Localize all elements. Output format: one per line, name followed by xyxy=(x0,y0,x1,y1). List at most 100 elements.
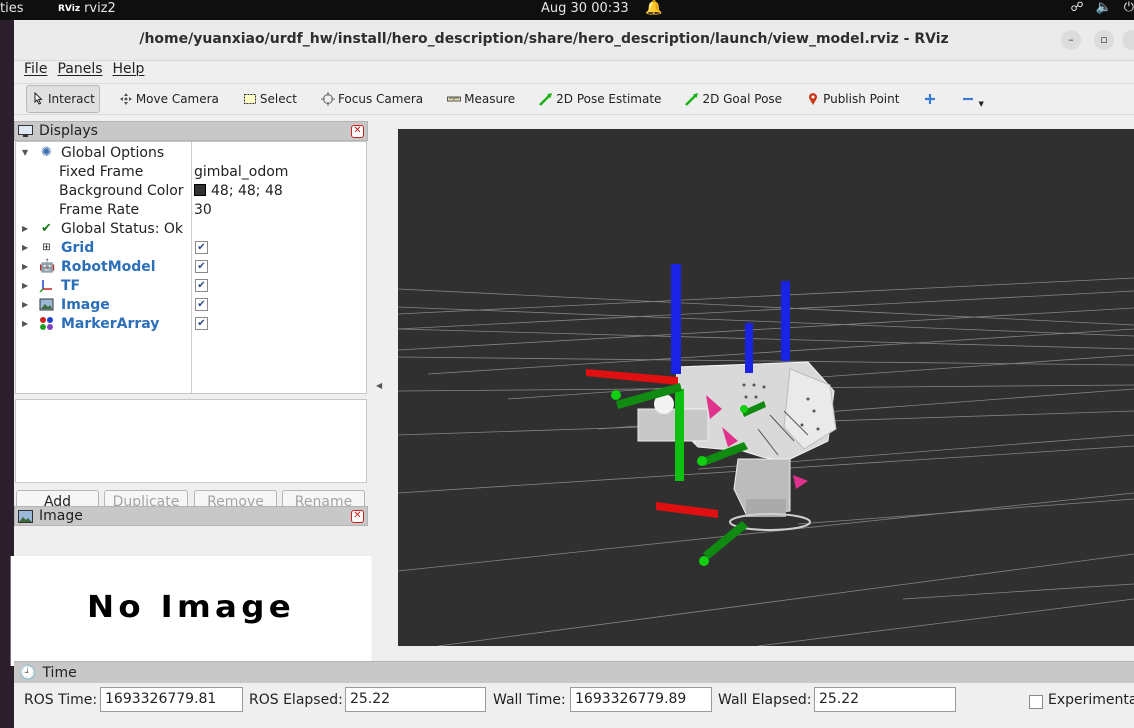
experimental-checkbox[interactable] xyxy=(1029,695,1043,709)
grid-enabled-checkbox[interactable]: ✔ xyxy=(195,241,208,254)
background-color-label: Background Color xyxy=(59,182,184,199)
collapsed-arrow-icon[interactable]: ▶ xyxy=(22,262,28,271)
grid-icon: ⊞ xyxy=(42,242,51,253)
map-pin-icon xyxy=(809,93,818,105)
tool-label: Measure xyxy=(464,92,516,106)
close-icon[interactable]: ✕ xyxy=(351,125,364,138)
tree-row-frame-rate[interactable]: Frame Rate 30 xyxy=(16,200,366,219)
add-tool-button[interactable] xyxy=(918,85,942,113)
window-title: /home/yuanxiao/urdf_hw/install/hero_desc… xyxy=(139,31,949,47)
collapsed-arrow-icon[interactable]: ▶ xyxy=(22,224,28,233)
display-name-robotmodel: RobotModel xyxy=(61,258,156,275)
tree-row-image[interactable]: ▶ Image ✔ xyxy=(16,295,366,314)
title-bar[interactable]: /home/yuanxiao/urdf_hw/install/hero_desc… xyxy=(14,20,1134,61)
tool-label: Interact xyxy=(48,92,95,106)
marker-array-icon xyxy=(40,317,53,330)
display-name-grid: Grid xyxy=(61,239,95,256)
tool-2d-goal-pose[interactable]: 2D Goal Pose xyxy=(680,85,787,113)
rviz-window: /home/yuanxiao/urdf_hw/install/hero_desc… xyxy=(10,20,1134,728)
ros-elapsed-field[interactable]: 25.22 xyxy=(345,687,486,712)
close-button[interactable] xyxy=(1122,30,1134,50)
displays-title: Displays xyxy=(39,123,98,139)
tree-row-tf[interactable]: ▶ TF ✔ xyxy=(16,276,366,295)
image-icon xyxy=(18,509,33,523)
minimize-button[interactable]: – xyxy=(1061,30,1081,50)
gear-icon: ✺ xyxy=(41,145,52,160)
tool-bar: Interact Move Camera Select Focus Camera… xyxy=(14,83,1134,115)
bell-icon[interactable]: 🔔 xyxy=(645,0,662,16)
collapsed-arrow-icon[interactable]: ▶ xyxy=(22,281,28,290)
displays-tree: ▼ ✺ Global Options Fixed Frame gimbal_od… xyxy=(15,141,367,394)
app-menu[interactable]: RViz rviz2 xyxy=(58,1,116,16)
collapsed-arrow-icon[interactable]: ▶ xyxy=(22,319,28,328)
displays-panel-header[interactable]: Displays ✕ xyxy=(14,121,368,141)
3d-render-view[interactable] xyxy=(398,129,1134,646)
tree-row-fixed-frame[interactable]: Fixed Frame gimbal_odom xyxy=(16,162,366,181)
markerarray-enabled-checkbox[interactable]: ✔ xyxy=(195,317,208,330)
collapse-left-arrow-icon[interactable]: ◀ xyxy=(376,381,382,390)
frame-rate-label: Frame Rate xyxy=(59,201,140,218)
3d-scene[interactable] xyxy=(398,129,1134,646)
background-color-value-cell[interactable]: 48; 48; 48 xyxy=(194,183,283,199)
tool-label: Move Camera xyxy=(135,92,219,106)
image-panel-header[interactable]: Image ✕ xyxy=(14,506,368,526)
display-name-image: Image xyxy=(61,296,110,313)
chevron-down-icon[interactable]: ▼ xyxy=(978,100,983,108)
checkmark-icon: ✔ xyxy=(41,221,52,236)
tf-enabled-checkbox[interactable]: ✔ xyxy=(195,279,208,292)
menu-panels[interactable]: Panels xyxy=(57,61,102,81)
system-tray[interactable]: ☍ 🔈 ⏻ xyxy=(1070,0,1134,15)
robotmodel-enabled-checkbox[interactable]: ✔ xyxy=(195,260,208,273)
tree-row-markerarray[interactable]: ▶ MarkerArray ✔ xyxy=(16,314,366,333)
frame-rate-value[interactable]: 30 xyxy=(194,202,212,218)
clock-icon: 🕘 xyxy=(19,664,37,681)
display-name-markerarray: MarkerArray xyxy=(61,315,160,332)
menu-help[interactable]: Help xyxy=(113,61,145,81)
tree-row-global-status[interactable]: ▶ ✔ Global Status: Ok xyxy=(16,219,366,238)
global-options-label: Global Options xyxy=(61,144,165,161)
wall-elapsed-field[interactable]: 25.22 xyxy=(814,687,956,712)
display-name-tf: TF xyxy=(61,277,81,294)
power-icon[interactable]: ⏻ xyxy=(1124,0,1134,15)
network-icon[interactable]: ☍ xyxy=(1070,0,1083,15)
focus-camera-icon xyxy=(320,92,335,106)
maximize-button[interactable]: ▫ xyxy=(1094,30,1114,50)
tool-publish-point[interactable]: Publish Point xyxy=(801,85,904,113)
tree-row-global-options[interactable]: ▼ ✺ Global Options xyxy=(16,143,366,162)
image-icon xyxy=(39,298,54,311)
collapsed-arrow-icon[interactable]: ▶ xyxy=(22,300,28,309)
tool-2d-pose-estimate[interactable]: 2D Pose Estimate xyxy=(534,85,666,113)
menu-file[interactable]: File xyxy=(24,61,47,81)
collapsed-arrow-icon[interactable]: ▶ xyxy=(22,243,28,252)
tool-label: 2D Pose Estimate xyxy=(556,92,662,106)
tree-row-grid[interactable]: ▶ ⊞ Grid ✔ xyxy=(16,238,366,257)
activities-button[interactable]: ties xyxy=(0,1,23,16)
clock[interactable]: Aug 30 00:33 xyxy=(541,1,629,16)
volume-icon[interactable]: 🔈 xyxy=(1096,0,1112,15)
global-status-label: Global Status: Ok xyxy=(61,220,184,237)
fixed-frame-value[interactable]: gimbal_odom xyxy=(194,164,288,180)
tool-select[interactable]: Select xyxy=(238,85,302,113)
tool-interact[interactable]: Interact xyxy=(26,85,100,113)
time-panel-header[interactable]: 🕘 Time xyxy=(14,661,1134,683)
expand-arrow-icon[interactable]: ▼ xyxy=(22,148,28,157)
wall-time-field[interactable]: 1693326779.89 xyxy=(570,687,712,712)
tool-move-camera[interactable]: Move Camera xyxy=(114,85,224,113)
system-top-bar: ties RViz rviz2 Aug 30 00:33 🔔 ☍ 🔈 ⏻ xyxy=(0,0,1134,20)
time-panel-title: Time xyxy=(42,664,77,681)
tool-focus-camera[interactable]: Focus Camera xyxy=(316,85,428,113)
cursor-icon xyxy=(34,92,43,105)
ros-time-field[interactable]: 1693326779.81 xyxy=(100,687,243,712)
wall-elapsed-label: Wall Elapsed: xyxy=(718,692,812,708)
remove-tool-button[interactable]: ▼ xyxy=(956,85,988,113)
tool-measure[interactable]: Measure xyxy=(442,85,520,113)
robot-icon: 🤖 xyxy=(39,259,56,274)
close-icon[interactable]: ✕ xyxy=(351,510,364,523)
image-enabled-checkbox[interactable]: ✔ xyxy=(195,298,208,311)
select-icon xyxy=(243,94,256,104)
tree-row-robotmodel[interactable]: ▶ 🤖 RobotModel ✔ xyxy=(16,257,366,276)
ruler-icon xyxy=(447,96,462,102)
move-camera-icon xyxy=(119,93,132,105)
tree-row-background-color[interactable]: Background Color 48; 48; 48 xyxy=(16,181,366,200)
tool-label: Publish Point xyxy=(823,92,900,106)
